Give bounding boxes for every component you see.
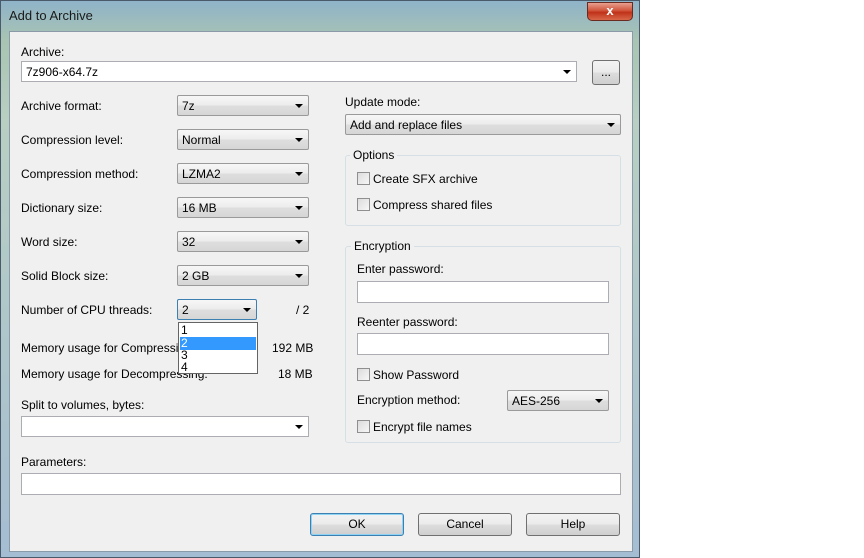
chevron-down-icon — [295, 240, 303, 244]
compress-shared-label[interactable]: Compress shared files — [373, 198, 492, 212]
show-password-label[interactable]: Show Password — [373, 368, 459, 382]
compress-shared-checkbox[interactable] — [357, 198, 370, 211]
reenter-password-input[interactable] — [357, 333, 609, 355]
add-to-archive-window: Add to Archive x Archive: 7z906-x64.7z .… — [0, 0, 640, 558]
encryption-method-select[interactable]: AES-256 — [507, 390, 609, 411]
encryption-group-title: Encryption — [351, 239, 414, 253]
update-mode-value: Add and replace files — [350, 118, 463, 132]
dictionary-size-value: 16 MB — [182, 201, 217, 215]
dictionary-size-label: Dictionary size: — [21, 201, 103, 215]
compression-method-label: Compression method: — [21, 167, 139, 181]
parameters-input[interactable] — [21, 473, 621, 495]
cpu-threads-max: / 2 — [296, 303, 310, 317]
encryption-method-value: AES-256 — [512, 394, 561, 408]
cancel-button[interactable]: Cancel — [418, 513, 512, 536]
chevron-down-icon — [295, 138, 303, 142]
update-mode-select[interactable]: Add and replace files — [345, 114, 621, 135]
cpu-threads-value: 2 — [182, 303, 189, 317]
create-sfx-checkbox[interactable] — [357, 172, 370, 185]
close-button[interactable]: x — [587, 2, 633, 21]
show-password-checkbox[interactable] — [357, 368, 370, 381]
reenter-password-label: Reenter password: — [357, 315, 458, 329]
create-sfx-label[interactable]: Create SFX archive — [373, 172, 478, 186]
compression-method-value: LZMA2 — [182, 167, 221, 181]
cpu-threads-label: Number of CPU threads: — [21, 303, 153, 317]
update-mode-label: Update mode: — [345, 95, 421, 109]
list-item[interactable]: 4 — [180, 361, 256, 374]
memory-decompress-value: 18 MB — [278, 367, 313, 381]
archive-label: Archive: — [21, 45, 65, 59]
chevron-down-icon — [243, 308, 251, 312]
memory-compress-label: Memory usage for Compressing: — [21, 341, 196, 355]
help-button[interactable]: Help — [526, 513, 620, 536]
password-input[interactable] — [357, 281, 609, 303]
chevron-down-icon — [607, 123, 615, 127]
split-volumes-combo[interactable] — [21, 416, 309, 437]
encryption-method-label: Encryption method: — [357, 393, 461, 407]
memory-compress-value: 192 MB — [272, 341, 314, 355]
options-group — [345, 155, 621, 226]
encrypt-names-checkbox[interactable] — [357, 420, 370, 433]
word-size-value: 32 — [182, 235, 196, 249]
compression-method-select[interactable]: LZMA2 — [177, 163, 309, 184]
chevron-down-icon — [295, 172, 303, 176]
compression-level-value: Normal — [182, 133, 221, 147]
solid-block-size-select[interactable]: 2 GB — [177, 265, 309, 286]
solid-block-size-label: Solid Block size: — [21, 269, 109, 283]
split-volumes-label: Split to volumes, bytes: — [21, 398, 145, 412]
ok-button[interactable]: OK — [310, 513, 404, 536]
archive-format-select[interactable]: 7z — [177, 95, 309, 116]
compression-level-select[interactable]: Normal — [177, 129, 309, 150]
parameters-label: Parameters: — [21, 455, 87, 469]
dialog-body: Archive: 7z906-x64.7z ... Archive format… — [9, 31, 633, 552]
dictionary-size-select[interactable]: 16 MB — [177, 197, 309, 218]
archive-format-value: 7z — [182, 99, 195, 113]
chevron-down-icon — [563, 70, 571, 74]
chevron-down-icon — [295, 104, 303, 108]
options-group-title: Options — [350, 148, 398, 162]
list-item[interactable]: 1 — [180, 324, 256, 337]
enter-password-label: Enter password: — [357, 262, 444, 276]
cpu-threads-dropdown-list[interactable]: 1 2 3 4 — [178, 322, 258, 374]
window-title: Add to Archive — [9, 8, 93, 23]
title-bar[interactable]: Add to Archive x — [1, 1, 639, 31]
compression-level-label: Compression level: — [21, 133, 124, 147]
archive-format-label: Archive format: — [21, 99, 102, 113]
close-icon: x — [606, 3, 614, 18]
browse-button[interactable]: ... — [592, 60, 620, 85]
word-size-select[interactable]: 32 — [177, 231, 309, 252]
chevron-down-icon — [595, 399, 603, 403]
encrypt-names-label[interactable]: Encrypt file names — [373, 420, 472, 434]
word-size-label: Word size: — [21, 235, 78, 249]
chevron-down-icon — [295, 274, 303, 278]
solid-block-size-value: 2 GB — [182, 269, 210, 283]
chevron-down-icon — [295, 206, 303, 210]
cpu-threads-select[interactable]: 2 — [177, 299, 257, 320]
archive-path-value: 7z906-x64.7z — [26, 65, 99, 79]
chevron-down-icon — [295, 425, 303, 429]
archive-path-combo[interactable]: 7z906-x64.7z — [21, 61, 577, 82]
